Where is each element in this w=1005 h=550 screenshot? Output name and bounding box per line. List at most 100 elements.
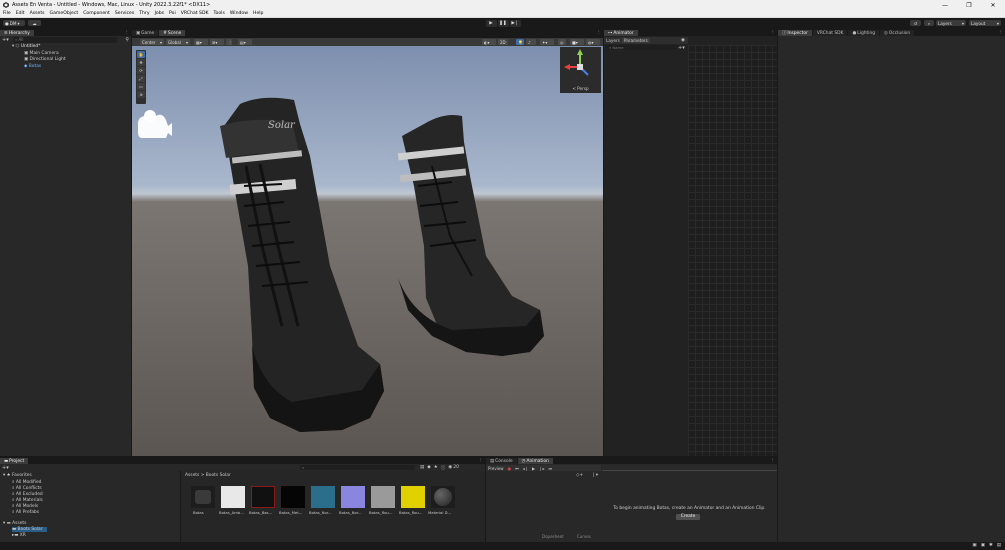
tab-hierarchy[interactable]: ≡ Hierarchy bbox=[0, 30, 34, 36]
favorites-section[interactable]: ▾ ★ Favorites bbox=[3, 473, 32, 478]
prev-key-icon[interactable]: ◂❘ bbox=[523, 466, 528, 471]
lighting-toggle[interactable]: 💡 bbox=[516, 39, 524, 45]
hierarchy-item-scene[interactable]: ▾ ⬡ Untitled* bbox=[12, 44, 40, 49]
menu-tools[interactable]: Tools bbox=[214, 11, 225, 16]
notification-icon[interactable]: ▤ bbox=[997, 543, 1001, 548]
asset-thumbnail[interactable] bbox=[191, 486, 215, 508]
tab-dopesheet[interactable]: Dopesheet bbox=[542, 534, 564, 539]
orientation-gizmo[interactable]: < Persp bbox=[560, 47, 601, 93]
filter-type-icon[interactable]: ▤ bbox=[420, 465, 424, 471]
asset-thumbnail[interactable] bbox=[401, 486, 425, 508]
view-mode-label[interactable]: < Persp bbox=[560, 86, 601, 91]
play-button[interactable]: ▶ bbox=[486, 19, 497, 27]
panel-menu-icon[interactable]: ⋮ bbox=[771, 458, 775, 463]
tab-console[interactable]: ▤ Console bbox=[486, 458, 517, 464]
folder-item-xr[interactable]: ▸▬ XR bbox=[12, 533, 26, 538]
tab-inspector[interactable]: ⓘ Inspector bbox=[778, 30, 812, 36]
add-icon[interactable]: +▾ bbox=[2, 465, 9, 471]
parameter-search-input[interactable]: ⌕ Name bbox=[606, 45, 676, 50]
folder-item-boots-solar[interactable]: ▬ Boots Solar bbox=[12, 527, 47, 532]
effects-toggle[interactable]: ✦▾ bbox=[540, 39, 554, 45]
hierarchy-item-directional-light[interactable]: ▣ Directional Light bbox=[24, 57, 66, 62]
history-button[interactable]: ↺ bbox=[910, 20, 921, 26]
minimize-button[interactable]: — bbox=[933, 0, 957, 10]
menu-thry[interactable]: Thry bbox=[139, 11, 149, 16]
panel-menu-icon[interactable]: ⋮ bbox=[125, 30, 129, 35]
filter-icon[interactable]: ⚲ bbox=[125, 37, 129, 43]
hidden-packages-icon[interactable]: ◉ bbox=[448, 465, 452, 471]
step-button[interactable]: ▶❘ bbox=[510, 19, 521, 27]
record-icon[interactable]: ● bbox=[508, 466, 512, 471]
create-button[interactable]: Create bbox=[676, 514, 700, 520]
menu-gameobject[interactable]: GameObject bbox=[50, 11, 79, 16]
camera-settings-button[interactable]: ■▾ bbox=[570, 39, 584, 45]
panel-menu-icon[interactable]: ⋮ bbox=[999, 30, 1003, 35]
draw-mode-button[interactable]: ▤▾ bbox=[238, 39, 252, 45]
filter-label-icon[interactable]: ◆ bbox=[427, 465, 430, 471]
menu-file[interactable]: File bbox=[3, 11, 11, 16]
tab-layers[interactable]: Layers bbox=[604, 38, 622, 43]
cache-icon[interactable]: ▣ bbox=[972, 543, 976, 548]
add-keyframe-icon[interactable]: ◇+ bbox=[576, 473, 583, 478]
add-parameter-button[interactable]: +▾ bbox=[678, 45, 685, 51]
audio-toggle[interactable]: ♪ bbox=[526, 39, 536, 45]
tab-vrchat-sdk[interactable]: VRChat SDK bbox=[812, 30, 848, 36]
space-dropdown[interactable]: Global ▾ bbox=[166, 39, 190, 45]
breadcrumb-assets[interactable]: Assets bbox=[185, 473, 199, 478]
tab-curves[interactable]: Curves bbox=[577, 534, 591, 539]
menu-assets[interactable]: Assets bbox=[30, 11, 45, 16]
first-key-icon[interactable]: ⏮ bbox=[515, 466, 519, 471]
tab-parameters[interactable]: Parameters bbox=[621, 38, 650, 43]
snap-increment-button[interactable]: ⊞▾ bbox=[210, 39, 224, 45]
asset-thumbnail[interactable] bbox=[371, 486, 395, 508]
timeline-ruler[interactable] bbox=[602, 465, 777, 471]
add-event-icon[interactable]: ❘▾ bbox=[592, 473, 598, 478]
rect-tool-icon[interactable]: ▭ bbox=[137, 83, 145, 90]
tab-animator[interactable]: ⊶ Animator bbox=[604, 30, 638, 36]
menu-jobs[interactable]: Jobs bbox=[155, 11, 164, 16]
2d-toggle[interactable]: 2D bbox=[498, 39, 508, 45]
filter-star-icon[interactable]: ★ bbox=[434, 465, 438, 471]
gizmos-button[interactable]: ◍▾ bbox=[586, 39, 600, 45]
hand-tool-icon[interactable]: ✋ bbox=[137, 51, 145, 58]
panel-menu-icon[interactable]: ⋮ bbox=[597, 30, 601, 35]
favorite-item[interactable]: ⌕ All Prefabs bbox=[12, 509, 39, 515]
transform-tool-icon[interactable]: ⊕ bbox=[137, 91, 145, 98]
tab-project[interactable]: ▬ Project bbox=[0, 458, 29, 464]
menu-services[interactable]: Services bbox=[115, 11, 134, 16]
menu-window[interactable]: Window bbox=[230, 11, 248, 16]
asset-thumbnail[interactable] bbox=[281, 486, 305, 508]
layers-dropdown[interactable]: Layers ▾ bbox=[936, 20, 966, 26]
breadcrumb-boots-solar[interactable]: Boots Solar bbox=[206, 473, 231, 478]
menu-poi[interactable]: Poi bbox=[169, 11, 176, 16]
maximize-button[interactable]: ❐ bbox=[957, 0, 981, 10]
animator-graph[interactable] bbox=[688, 45, 777, 456]
cloud-button[interactable]: ☁ bbox=[28, 20, 41, 26]
scale-tool-icon[interactable]: ⤢ bbox=[137, 75, 145, 82]
pivot-dropdown[interactable]: Center ▾ bbox=[140, 39, 164, 45]
asset-thumbnail[interactable] bbox=[221, 486, 245, 508]
move-tool-icon[interactable]: ✥ bbox=[137, 59, 145, 66]
hierarchy-item-botas[interactable]: ◆ Botas bbox=[24, 64, 41, 69]
hidden-objects-toggle[interactable]: ◎ bbox=[558, 39, 566, 45]
add-icon[interactable]: +▾ bbox=[2, 37, 9, 43]
preview-button[interactable]: Preview bbox=[488, 466, 504, 471]
account-dropdown[interactable]: ● DM ▾ bbox=[3, 20, 25, 26]
next-key-icon[interactable]: ❘▸ bbox=[539, 466, 544, 471]
layout-dropdown[interactable]: Layout ▾ bbox=[969, 20, 1001, 26]
scene-viewport[interactable]: Solar ✋ ✥ ⟳ ⤢ ▭ ⊕ bbox=[132, 46, 603, 456]
filter-info-icon[interactable]: ⓘ bbox=[441, 465, 446, 471]
asset-thumbnail[interactable] bbox=[311, 486, 335, 508]
asset-thumbnail[interactable] bbox=[431, 486, 455, 508]
menu-component[interactable]: Component bbox=[83, 11, 110, 16]
asset-thumbnail[interactable] bbox=[251, 486, 275, 508]
pause-button[interactable]: ❚❚ bbox=[498, 19, 509, 27]
close-button[interactable]: ✕ bbox=[981, 0, 1005, 10]
tab-animation[interactable]: ◷ Animation bbox=[517, 458, 553, 464]
play-icon[interactable]: ▶ bbox=[532, 466, 535, 471]
visibility-eye-icon[interactable]: ◉ bbox=[681, 38, 685, 43]
tab-lighting[interactable]: ● Lighting bbox=[848, 30, 880, 36]
shading-mode-button[interactable]: ◐▾ bbox=[482, 39, 496, 45]
search-button[interactable]: ⌕ bbox=[924, 20, 934, 26]
tab-occlusion[interactable]: ◎ Occlusion bbox=[880, 30, 915, 36]
